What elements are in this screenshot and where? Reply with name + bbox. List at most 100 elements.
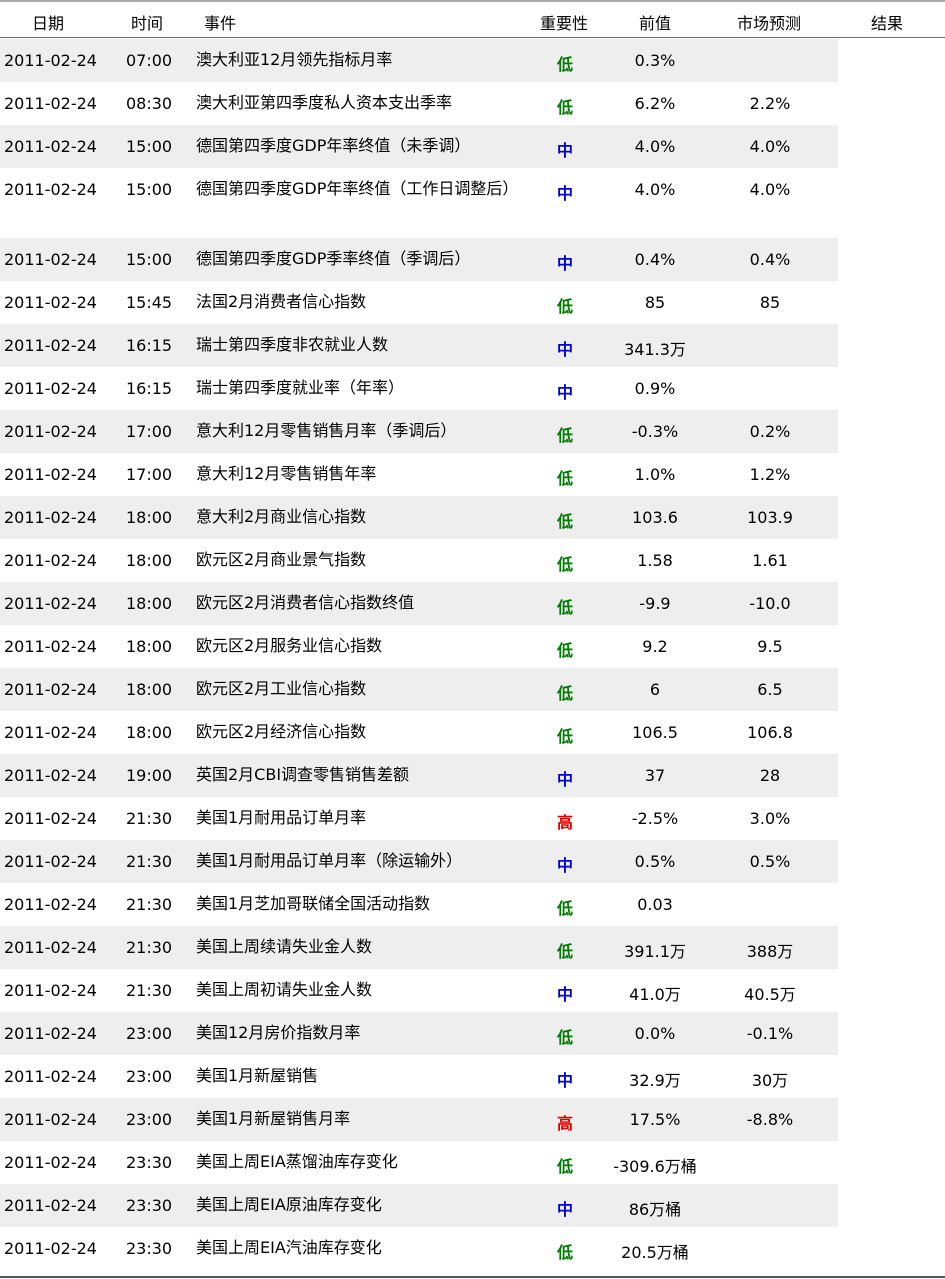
row-previous: 0.5% [634,852,676,871]
row-date: 2011-02-24 [4,1024,97,1043]
table-row: 2011-02-24 18:00 欧元区2月经济信心指数 低 106.5 106.8 [0,711,838,754]
row-time: 18:00 [126,551,173,570]
row-forecast: 0.2% [749,422,791,441]
row-importance: 中 [556,985,573,1004]
row-date: 2011-02-24 [4,551,97,570]
row-previous: 0.4% [634,250,676,269]
row-date: 2011-02-24 [4,1153,97,1172]
table-row: 2011-02-24 18:00 欧元区2月工业信心指数 低 6 6.5 [0,668,838,711]
row-event: 瑞士第四季度非农就业人数 [196,335,389,354]
row-importance: 低 [556,98,573,117]
row-event: 欧元区2月经济信心指数 [196,722,367,741]
header-time: 时间 [131,14,164,33]
row-importance: 低 [556,684,573,703]
row-previous: 20.5万桶 [621,1243,689,1262]
row-date: 2011-02-24 [4,1239,97,1258]
row-importance: 低 [556,512,573,531]
row-event: 意大利12月零售销售月率（季调后） [196,421,457,440]
row-date: 2011-02-24 [4,379,97,398]
row-time: 15:00 [126,137,173,156]
row-previous: -2.5% [631,809,679,828]
row-importance: 中 [556,340,573,359]
row-time: 23:30 [126,1196,173,1215]
row-date: 2011-02-24 [4,293,97,312]
row-previous: -309.6万桶 [613,1157,697,1176]
row-forecast: 388万 [746,942,794,961]
row-date: 2011-02-24 [4,94,97,113]
row-time: 16:15 [126,379,173,398]
row-previous: -9.9 [639,594,671,613]
row-forecast: 40.5万 [744,985,796,1004]
row-date: 2011-02-24 [4,465,97,484]
row-event: 欧元区2月工业信心指数 [196,679,367,698]
row-time: 18:00 [126,594,173,613]
row-forecast: -10.0 [749,594,791,613]
row-importance: 低 [556,297,573,316]
table-row: 2011-02-24 18:00 意大利2月商业信心指数 低 103.6 103.9 [0,496,838,539]
row-event: 德国第四季度GDP年率终值（未季调） [196,136,471,155]
row-event: 德国第四季度GDP年率终值（工作日调整后） [196,179,519,198]
row-time: 21:30 [126,852,173,871]
row-forecast: -0.1% [746,1024,794,1043]
row-importance: 中 [556,383,573,402]
row-forecast: 0.4% [749,250,791,269]
row-time: 17:00 [126,422,173,441]
table-row: 2011-02-24 16:15 瑞士第四季度非农就业人数 中 341.3万 [0,324,838,367]
row-previous: 9.2 [642,637,668,656]
row-importance: 低 [556,1028,573,1047]
row-date: 2011-02-24 [4,680,97,699]
table-row: 2011-02-24 07:00 澳大利亚12月领先指标月率 低 0.3% [0,39,838,82]
row-previous: 4.0% [634,137,676,156]
row-previous: 106.5 [632,723,678,742]
row-previous: 1.0% [634,465,676,484]
row-date: 2011-02-24 [4,1067,97,1086]
row-date: 2011-02-24 [4,1110,97,1129]
row-time: 15:45 [126,293,173,312]
row-previous: 41.0万 [629,985,681,1004]
table-row: 2011-02-24 17:00 意大利12月零售销售月率（季调后） 低 -0.3% 0.… [0,410,838,453]
row-event: 美国上周续请失业金人数 [196,937,373,956]
row-previous: 341.3万 [624,340,686,359]
row-forecast: 4.0% [749,137,791,156]
row-previous: 86万桶 [628,1200,682,1219]
row-time: 21:30 [126,981,173,1000]
header-date: 日期 [32,14,65,33]
row-previous: -0.3% [631,422,679,441]
row-previous: 1.58 [637,551,673,570]
row-importance: 中 [556,770,573,789]
header-result: 结果 [871,14,904,33]
row-event: 美国上周EIA汽油库存变化 [196,1238,382,1257]
row-forecast: 3.0% [749,809,791,828]
table-row: 2011-02-24 18:00 欧元区2月消费者信心指数终值 低 -9.9 -10.0 [0,582,838,625]
table-row: 2011-02-24 18:00 欧元区2月服务业信心指数 低 9.2 9.5 [0,625,838,668]
row-event: 德国第四季度GDP季率终值（季调后） [196,249,471,268]
row-importance: 低 [556,55,573,74]
row-time: 18:00 [126,723,173,742]
table-row: 2011-02-24 23:30 美国上周EIA汽油库存变化 低 20.5万桶 [0,1227,838,1270]
row-forecast: 0.5% [749,852,791,871]
row-event: 美国1月新屋销售 [196,1066,319,1085]
row-time: 18:00 [126,637,173,656]
row-date: 2011-02-24 [4,723,97,742]
row-previous: 4.0% [634,180,676,199]
row-previous: 85 [644,293,666,312]
row-time: 07:00 [126,51,173,70]
table-row: 2011-02-24 21:30 美国上周续请失业金人数 低 391.1万 388万 [0,926,838,969]
row-importance: 中 [556,184,573,203]
row-previous: 37 [644,766,666,785]
row-importance: 低 [556,555,573,574]
row-date: 2011-02-24 [4,1196,97,1215]
table-row: 2011-02-24 15:00 德国第四季度GDP年率终值（未季调） 中 4.0% 4.… [0,125,838,168]
row-event: 法国2月消费者信心指数 [196,292,367,311]
row-time: 18:00 [126,508,173,527]
row-previous: 0.3% [634,51,676,70]
row-importance: 低 [556,899,573,918]
row-date: 2011-02-24 [4,137,97,156]
header-event: 事件 [204,14,237,33]
row-time: 21:30 [126,895,173,914]
table-row: 2011-02-24 18:00 欧元区2月商业景气指数 低 1.58 1.61 [0,539,838,582]
row-time: 23:00 [126,1067,173,1086]
table-row: 2011-02-24 23:00 美国12月房价指数月率 低 0.0% -0.1% [0,1012,838,1055]
table-row: 2011-02-24 15:45 法国2月消费者信心指数 低 85 85 [0,281,838,324]
row-importance: 高 [556,1114,573,1133]
